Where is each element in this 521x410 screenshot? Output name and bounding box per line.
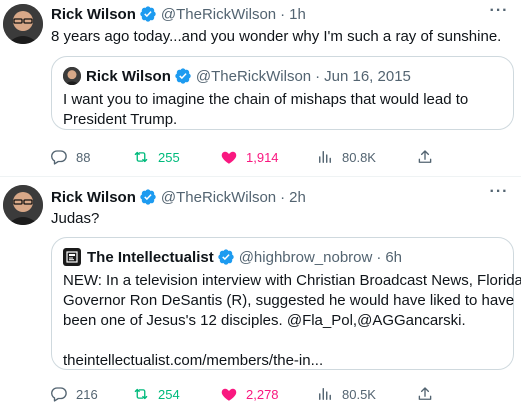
views-icon bbox=[319, 388, 331, 400]
like-button[interactable]: 2,278 bbox=[220, 384, 279, 404]
like-icon bbox=[221, 388, 237, 401]
separator: · bbox=[280, 5, 286, 23]
author-name[interactable]: Rick Wilson bbox=[51, 6, 136, 23]
quoted-tweet-text: NEW: In a television interview with Chri… bbox=[63, 271, 521, 371]
tweet-text: 8 years ago today...and you wonder why I… bbox=[51, 28, 502, 45]
verified-badge-icon bbox=[217, 248, 235, 266]
like-button[interactable]: 1,914 bbox=[220, 147, 279, 167]
tweet[interactable]: Rick Wilson @TheRickWilson · 1h ··· 8 ye… bbox=[0, 0, 521, 177]
verified-badge-icon bbox=[139, 188, 157, 206]
quoted-tweet[interactable]: Rick Wilson @TheRickWilson · Jun 16, 201… bbox=[51, 56, 514, 130]
avatar-image-icon bbox=[63, 67, 81, 85]
tweet-actions: 216 254 2,278 80.5K bbox=[50, 384, 460, 404]
quoted-timestamp: 6h bbox=[385, 248, 403, 266]
author-name[interactable]: Rick Wilson bbox=[51, 189, 136, 206]
author-handle[interactable]: @TheRickWilson bbox=[161, 189, 276, 206]
reply-count: 88 bbox=[76, 149, 91, 165]
quoted-text-line: I want you to imagine the chain of misha… bbox=[63, 91, 469, 108]
separator: · bbox=[280, 188, 286, 206]
reply-button[interactable]: 216 bbox=[50, 384, 98, 404]
tweet-text: Judas? bbox=[51, 210, 100, 227]
tweet-actions: 88 255 1,914 80.8K bbox=[50, 147, 460, 167]
verified-badge-icon bbox=[139, 5, 157, 23]
quoted-tweet-header: Rick Wilson @TheRickWilson · Jun 16, 201… bbox=[63, 66, 411, 86]
separator: · bbox=[376, 248, 382, 266]
quoted-tweet-text: I want you to imagine the chain of misha… bbox=[63, 90, 508, 130]
quoted-text-line: Governor Ron DeSantis (R), suggested he … bbox=[63, 292, 515, 309]
views-count: 80.8K bbox=[342, 149, 376, 165]
verified-badge-icon bbox=[174, 67, 192, 85]
tweet-header: Rick Wilson @TheRickWilson · 2h bbox=[51, 187, 306, 207]
share-button[interactable] bbox=[416, 384, 442, 404]
quoted-author-name: Rick Wilson bbox=[86, 67, 171, 85]
like-count: 1,914 bbox=[246, 149, 279, 165]
more-icon[interactable]: ··· bbox=[489, 184, 509, 205]
quoted-tweet-header: The Intellectualist @highbrow_nobrow · 6… bbox=[63, 247, 402, 267]
quoted-link[interactable]: theintellectualist.com/members/the-in... bbox=[63, 351, 508, 371]
quoted-author-handle: @TheRickWilson bbox=[195, 67, 312, 85]
author-handle[interactable]: @TheRickWilson bbox=[161, 6, 276, 23]
like-count: 2,278 bbox=[246, 386, 279, 402]
repost-count: 255 bbox=[158, 149, 180, 165]
quoted-tweet[interactable]: The Intellectualist @highbrow_nobrow · 6… bbox=[51, 237, 521, 371]
repost-button[interactable]: 254 bbox=[132, 384, 180, 404]
share-icon bbox=[418, 387, 432, 400]
quoted-text-line: NEW: In a television interview with Chri… bbox=[63, 272, 521, 289]
quoted-text-line: been one of Jesus's 12 disciples. @Fla_P… bbox=[63, 312, 466, 329]
views-icon bbox=[319, 151, 331, 163]
repost-count: 254 bbox=[158, 386, 180, 402]
repost-icon bbox=[134, 151, 148, 163]
reply-icon bbox=[51, 150, 67, 165]
timestamp[interactable]: 1h bbox=[289, 6, 306, 23]
tweet-header: Rick Wilson @TheRickWilson · 1h bbox=[51, 4, 306, 24]
reply-button[interactable]: 88 bbox=[50, 147, 90, 167]
quoted-author-handle: @highbrow_nobrow bbox=[238, 248, 373, 266]
quoted-author-name: The Intellectualist bbox=[87, 248, 214, 266]
separator: · bbox=[315, 67, 321, 85]
more-icon[interactable]: ··· bbox=[489, 3, 509, 24]
repost-icon bbox=[134, 388, 148, 400]
quoted-text-line bbox=[63, 331, 508, 351]
reply-icon bbox=[51, 387, 67, 402]
like-icon bbox=[221, 151, 237, 164]
avatar[interactable] bbox=[3, 4, 43, 44]
quoted-avatar bbox=[63, 67, 81, 85]
views-button[interactable]: 80.5K bbox=[316, 384, 376, 404]
intellectualist-logo-icon bbox=[63, 248, 81, 266]
tweet[interactable]: Rick Wilson @TheRickWilson · 2h ··· Juda… bbox=[0, 178, 521, 410]
avatar-image-icon bbox=[3, 185, 43, 225]
avatar-image-icon bbox=[3, 4, 43, 44]
share-button[interactable] bbox=[416, 147, 442, 167]
quoted-timestamp: Jun 16, 2015 bbox=[324, 67, 411, 85]
quoted-text-line: President Trump. bbox=[63, 111, 178, 128]
views-count: 80.5K bbox=[342, 386, 376, 402]
share-icon bbox=[418, 150, 432, 163]
reply-count: 216 bbox=[76, 386, 98, 402]
timestamp[interactable]: 2h bbox=[289, 189, 306, 206]
repost-button[interactable]: 255 bbox=[132, 147, 180, 167]
views-button[interactable]: 80.8K bbox=[316, 147, 376, 167]
avatar[interactable] bbox=[3, 185, 43, 225]
